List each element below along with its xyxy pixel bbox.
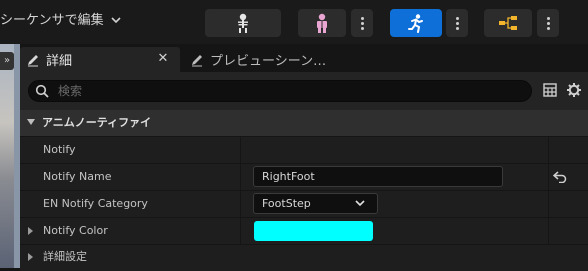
column-divider — [548, 136, 549, 244]
search-input[interactable] — [28, 80, 532, 102]
expand-arrow-icon[interactable] — [28, 253, 33, 261]
pencil-icon — [28, 54, 38, 66]
property-row-advanced — [20, 244, 588, 271]
collapse-arrow-icon[interactable] — [27, 119, 35, 125]
more-vertical-icon — [360, 15, 364, 32]
search-icon — [35, 84, 49, 98]
skeleton-mode-button[interactable] — [205, 9, 281, 37]
skeleton-icon — [238, 13, 248, 33]
viewport-preview — [0, 44, 14, 268]
property-row-notify — [20, 136, 588, 163]
pencil-icon — [192, 54, 202, 66]
tab-details-label: 詳細 — [46, 54, 73, 69]
notify-color-swatch[interactable] — [254, 221, 373, 241]
advanced-section-label: 詳細設定 — [43, 250, 87, 263]
animation-mode-button[interactable] — [390, 9, 442, 37]
chevron-down-icon — [111, 17, 121, 24]
tab-preview-label: プレビューシーン… — [210, 54, 327, 69]
tab-preview-scene[interactable]: プレビューシーン… — [184, 47, 364, 72]
blueprint-options-button[interactable] — [537, 9, 559, 37]
more-vertical-icon — [546, 15, 550, 32]
blueprint-mode-button[interactable] — [484, 9, 532, 37]
search-placeholder: 検索 — [58, 84, 83, 98]
property-label: Notify — [43, 143, 76, 156]
mesh-options-button[interactable] — [351, 9, 373, 37]
animation-options-button[interactable] — [446, 9, 468, 37]
property-label: Notify Color — [43, 224, 108, 237]
edit-in-sequencer-dropdown[interactable]: シーケンサで編集 — [0, 10, 121, 32]
expand-toggle-icon[interactable]: » — [0, 52, 14, 70]
more-vertical-icon — [455, 15, 459, 32]
close-icon[interactable]: ✕ — [156, 51, 170, 66]
running-figure-icon — [408, 14, 423, 33]
mesh-mode-button[interactable] — [298, 9, 346, 37]
reset-to-default-icon[interactable] — [553, 171, 567, 183]
expand-arrow-icon[interactable] — [28, 227, 33, 235]
category-title: アニムノーティファイ — [42, 116, 152, 129]
chevron-down-icon — [355, 200, 365, 207]
blueprint-graph-icon — [499, 16, 517, 30]
gear-icon[interactable] — [566, 82, 582, 98]
property-label: EN Notify Category — [43, 197, 148, 210]
notify-name-field[interactable]: RightFoot — [253, 166, 503, 187]
table-view-icon[interactable] — [543, 83, 557, 97]
sequence-label: シーケンサで編集 — [0, 13, 104, 28]
property-label: Notify Name — [43, 170, 112, 183]
skeletal-mesh-icon — [317, 13, 327, 33]
column-divider[interactable] — [240, 136, 241, 244]
